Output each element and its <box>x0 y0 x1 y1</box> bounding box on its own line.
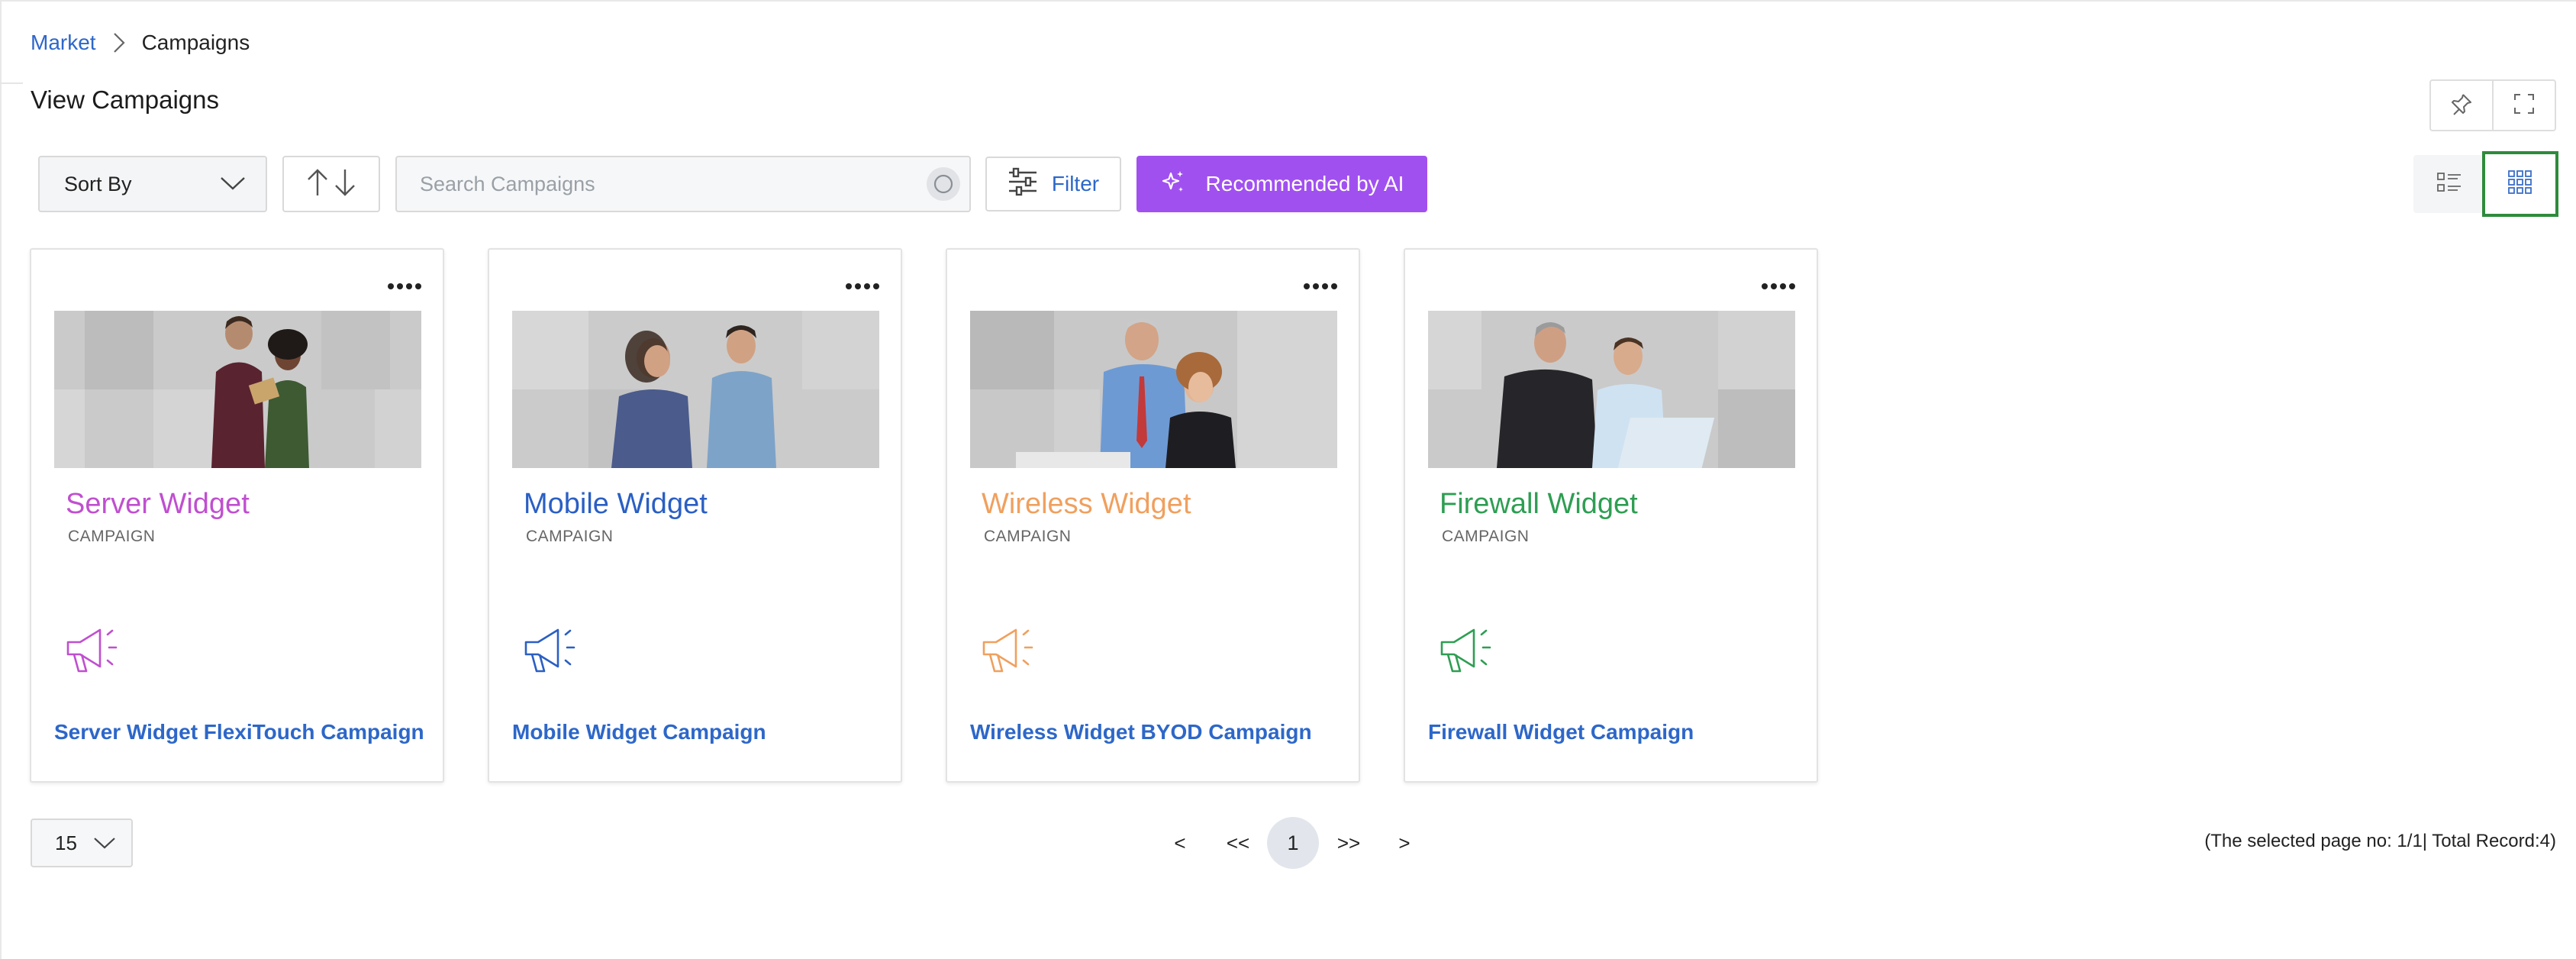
campaign-card[interactable]: Server Widget CAMPAIGN Server Widget Fle… <box>30 248 444 783</box>
megaphone-icon <box>981 624 1042 681</box>
chevron-down-icon <box>93 831 116 855</box>
breadcrumb: Market Campaigns <box>31 27 250 58</box>
search-box <box>395 156 971 212</box>
campaign-card[interactable]: Firewall Widget CAMPAIGN Firewall Widget… <box>1404 248 1818 783</box>
current-page-button[interactable]: 1 <box>1267 817 1319 869</box>
campaign-title: Mobile Widget <box>524 488 708 520</box>
campaign-card[interactable]: Wireless Widget CAMPAIGN Wireless Widget… <box>946 248 1360 783</box>
last-page-button[interactable]: >> <box>1330 817 1368 869</box>
campaign-type: CAMPAIGN <box>984 528 1072 545</box>
campaign-image <box>970 311 1337 468</box>
campaign-title: Firewall Widget <box>1440 488 1638 520</box>
window-controls <box>2429 79 2556 131</box>
search-icon[interactable] <box>927 167 960 201</box>
sliders-icon <box>1008 167 1038 202</box>
page-size-select[interactable]: 15 <box>31 819 133 867</box>
grid-view-icon <box>2507 170 2533 199</box>
search-input[interactable] <box>420 172 927 196</box>
campaign-image <box>1428 311 1795 468</box>
sparkle-icon <box>1160 169 1186 200</box>
list-view-button[interactable] <box>2414 156 2484 212</box>
arrow-down-icon <box>334 168 356 201</box>
megaphone-icon <box>1439 624 1500 681</box>
ai-button-label: Recommended by AI <box>1205 172 1404 195</box>
next-page-button[interactable]: > <box>1389 817 1420 869</box>
list-view-icon <box>2436 171 2462 198</box>
prev-page-button[interactable]: < <box>1165 817 1195 869</box>
megaphone-icon <box>65 624 126 681</box>
more-options-icon[interactable] <box>846 277 879 295</box>
first-page-button[interactable]: << <box>1220 817 1256 869</box>
pagination-info: (The selected page no: 1/1| Total Record… <box>2204 831 2556 851</box>
sort-by-dropdown[interactable]: Sort By <box>38 156 267 212</box>
campaign-link[interactable]: Firewall Widget Campaign <box>1428 720 1694 744</box>
more-options-icon[interactable] <box>1762 277 1795 295</box>
campaign-link[interactable]: Wireless Widget BYOD Campaign <box>970 720 1312 744</box>
megaphone-icon <box>523 624 584 681</box>
recommended-by-ai-button[interactable]: Recommended by AI <box>1136 156 1427 212</box>
campaign-card[interactable]: Mobile Widget CAMPAIGN Mobile Widget Cam… <box>488 248 902 783</box>
grid-view-button[interactable] <box>2482 151 2558 217</box>
campaign-image <box>512 311 879 468</box>
campaign-link[interactable]: Mobile Widget Campaign <box>512 720 766 744</box>
campaign-title: Wireless Widget <box>982 488 1191 520</box>
campaign-type: CAMPAIGN <box>68 528 156 545</box>
page-title: View Campaigns <box>31 86 220 114</box>
pin-button[interactable] <box>2431 81 2492 130</box>
campaign-link[interactable]: Server Widget FlexiTouch Campaign <box>54 720 424 744</box>
filter-button[interactable]: Filter <box>985 157 1121 211</box>
more-options-icon[interactable] <box>388 277 421 295</box>
sort-direction-button[interactable] <box>282 156 380 212</box>
breadcrumb-current: Campaigns <box>141 31 250 54</box>
arrow-up-icon <box>306 168 329 201</box>
header-divider <box>0 82 23 84</box>
breadcrumb-market-link[interactable]: Market <box>31 31 96 55</box>
campaign-image <box>54 311 421 468</box>
filter-label: Filter <box>1051 172 1100 195</box>
fullscreen-button[interactable] <box>2492 81 2555 130</box>
campaign-type: CAMPAIGN <box>1442 528 1530 545</box>
chevron-down-icon <box>220 173 246 196</box>
campaign-type: CAMPAIGN <box>526 528 614 545</box>
sort-by-label: Sort By <box>64 172 132 195</box>
chevron-right-icon <box>96 31 142 54</box>
pin-icon <box>2450 92 2473 119</box>
expand-icon <box>2513 92 2536 119</box>
campaign-title: Server Widget <box>66 488 250 520</box>
more-options-icon[interactable] <box>1304 277 1337 295</box>
page-size-value: 15 <box>55 831 77 854</box>
